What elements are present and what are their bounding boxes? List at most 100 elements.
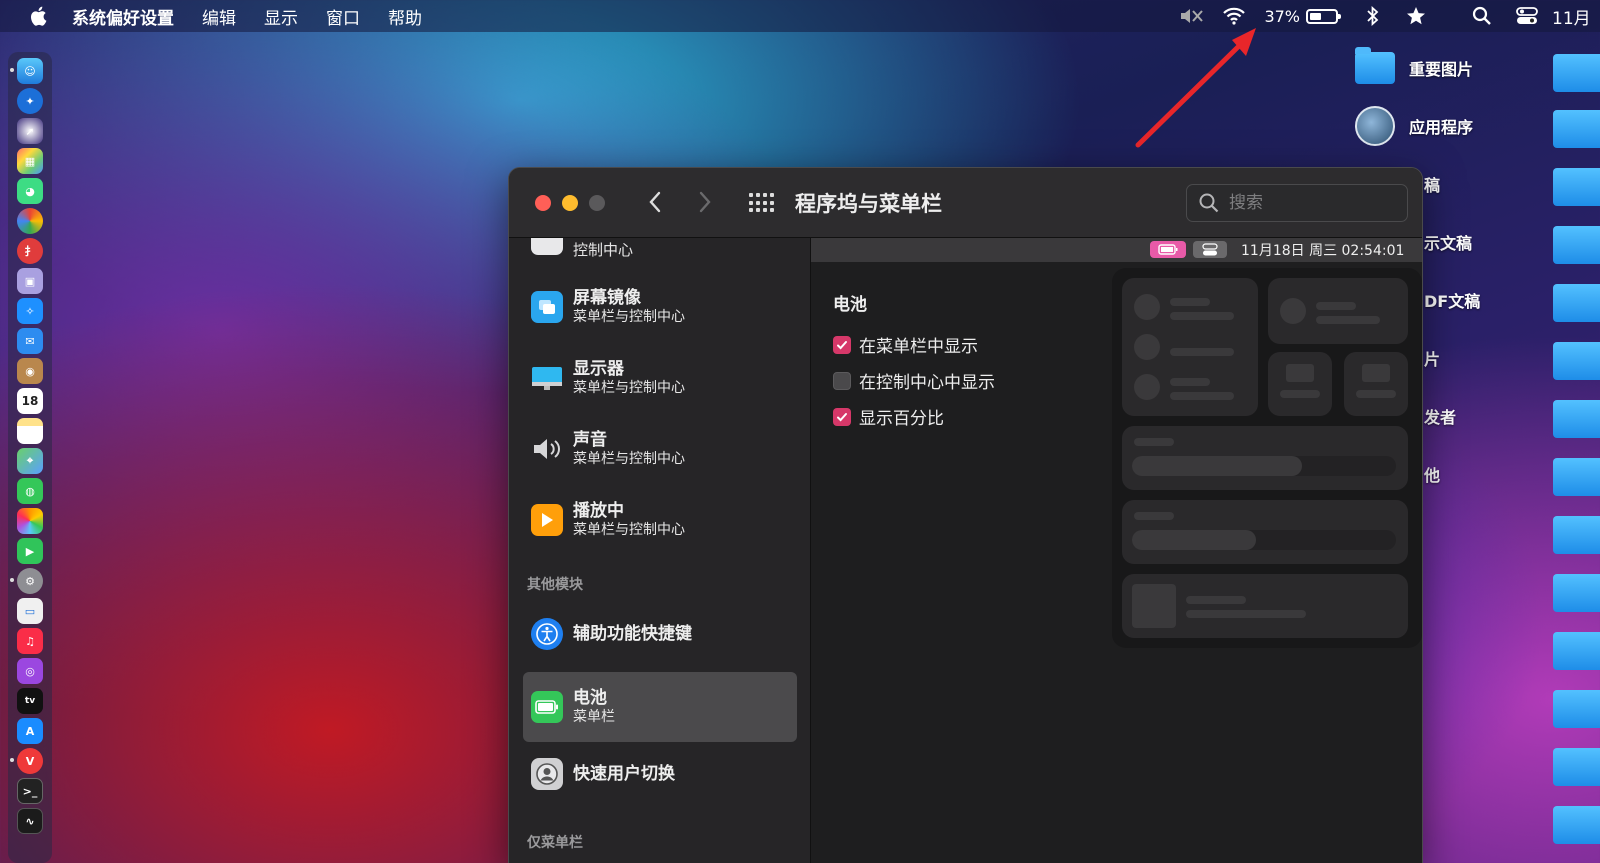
star-icon[interactable] — [1406, 6, 1426, 26]
option-show-in-control-center[interactable]: 在控制中心中显示 — [833, 368, 995, 393]
folder-icon[interactable] — [1553, 400, 1600, 438]
folder-icon[interactable] — [1553, 110, 1600, 148]
podcasts-icon[interactable]: ◎ — [17, 658, 43, 684]
folder-icon[interactable] — [1553, 284, 1600, 322]
terminal-icon[interactable]: >_ — [17, 778, 43, 804]
chrome-icon[interactable] — [17, 208, 43, 234]
sidebar-item-now-playing[interactable]: 播放中 菜单栏与控制中心 — [523, 485, 797, 555]
menu-edit[interactable]: 编辑 — [202, 4, 236, 29]
maps-icon[interactable]: ⌖ — [17, 448, 43, 474]
desktop-item-partial[interactable]: 片 — [1424, 346, 1440, 370]
option-show-in-menu-bar[interactable]: 在菜单栏中显示 — [833, 332, 978, 357]
folder-icon[interactable] — [1553, 168, 1600, 206]
menubar-preview-strip: 11月18日 周三 02:54:01 — [811, 238, 1422, 262]
desktop-item-partial[interactable]: 他 — [1424, 462, 1440, 486]
desktop-item-label: 他 — [1424, 466, 1441, 485]
music-icon[interactable]: ♫ — [17, 628, 43, 654]
option-label: 在菜单栏中显示 — [859, 337, 978, 357]
launchpad-grid-icon[interactable]: ▦ — [17, 148, 43, 174]
folder-icon[interactable] — [1553, 54, 1600, 92]
search-input[interactable] — [1229, 193, 1389, 213]
title-bar: 程序坞与菜单栏 — [509, 168, 1422, 238]
desktop-folder[interactable]: 重要图片 — [1355, 47, 1473, 84]
launchpad-rocket-icon[interactable]: ➚ — [17, 118, 43, 144]
screenshot-icon[interactable]: ▣ — [17, 268, 43, 294]
desktop-item-partial[interactable]: 示文稿 — [1424, 230, 1472, 254]
messages-icon[interactable]: ◍ — [17, 478, 43, 504]
forward-chevron-icon[interactable] — [693, 188, 717, 216]
zoom-button[interactable] — [589, 195, 605, 211]
control-center-preview-icon — [1193, 241, 1227, 258]
sidebar-item-displays[interactable]: 显示器 菜单栏与控制中心 — [523, 343, 797, 413]
desktop-item-label: 片 — [1424, 350, 1441, 369]
sidebar-item-subtitle: 菜单栏与控制中心 — [573, 380, 685, 396]
sidebar-item-title: 辅助功能快捷键 — [573, 624, 692, 644]
search-icon — [1199, 193, 1219, 213]
preview-card — [1122, 278, 1258, 416]
minimize-button[interactable] — [562, 195, 578, 211]
show-all-grid-icon[interactable] — [749, 193, 775, 213]
desktop-item-partial[interactable]: DF文稿 — [1424, 288, 1480, 312]
app-red-icon[interactable]: 扌 — [17, 238, 43, 264]
apple-tv-label: tv — [24, 696, 36, 706]
app-store-icon[interactable]: A — [17, 718, 43, 744]
system-preferences-gear-icon[interactable]: ⚙ — [17, 568, 43, 594]
keynote-icon[interactable]: ▭ — [17, 598, 43, 624]
desktop-item-partial[interactable]: 发者 — [1424, 404, 1456, 428]
sidebar-item-accessibility-shortcuts[interactable]: 辅助功能快捷键 — [523, 604, 797, 664]
folder-icon[interactable] — [1553, 806, 1600, 844]
sidebar-item-screen-mirroring[interactable]: 屏幕镜像 菜单栏与控制中心 — [523, 272, 797, 342]
sidebar-item-subtitle: 菜单栏与控制中心 — [573, 309, 685, 325]
search-field[interactable] — [1186, 184, 1408, 222]
notes-icon[interactable] — [17, 418, 43, 444]
back-chevron-icon[interactable] — [643, 188, 667, 216]
sidebar-item-fast-user-switching[interactable]: 快速用户切换 — [523, 744, 797, 804]
vivaldi-icon[interactable]: V — [17, 748, 43, 774]
folder-icon[interactable] — [1553, 458, 1600, 496]
desktop-item-label: 稿 — [1424, 176, 1441, 195]
menu-system-preferences[interactable]: 系统偏好设置 — [72, 4, 174, 29]
sidebar-item-sound[interactable]: 声音 菜单栏与控制中心 — [523, 414, 797, 484]
apple-tv-icon[interactable]: tv — [17, 688, 43, 714]
close-button[interactable] — [535, 195, 551, 211]
wifi-icon[interactable] — [1222, 7, 1246, 25]
menu-view[interactable]: 显示 — [264, 4, 298, 29]
android-icon[interactable]: ◕ — [17, 178, 43, 204]
desktop-item-partial[interactable]: 稿 — [1424, 172, 1440, 196]
clock-text: 11月18日 周三 02:54:01 — [1241, 243, 1405, 259]
folder-icon[interactable] — [1553, 632, 1600, 670]
apple-menu-icon[interactable] — [30, 6, 50, 26]
bluetooth-icon[interactable] — [1366, 6, 1380, 26]
checkbox-checked[interactable] — [833, 335, 851, 354]
safari-icon[interactable]: ✧ — [17, 298, 43, 324]
control-center-icon — [531, 238, 563, 255]
contacts-icon[interactable]: ◉ — [17, 358, 43, 384]
sidebar-item-control-center[interactable]: 控制中心 — [523, 238, 797, 274]
menubar-date[interactable]: 11月 — [1552, 4, 1600, 29]
desktop-app[interactable]: 应用程序 — [1355, 106, 1473, 146]
option-show-percentage[interactable]: 显示百分比 — [833, 404, 944, 429]
spotlight-search-icon[interactable] — [1472, 6, 1492, 26]
menu-help[interactable]: 帮助 — [388, 4, 422, 29]
folder-icon[interactable] — [1553, 516, 1600, 554]
folder-icon[interactable] — [1553, 574, 1600, 612]
calendar-icon[interactable]: 18 — [17, 388, 43, 414]
folder-icon[interactable] — [1553, 342, 1600, 380]
folder-icon[interactable] — [1553, 226, 1600, 264]
option-label: 在控制中心中显示 — [859, 373, 995, 393]
facetime-icon[interactable]: ▶ — [17, 538, 43, 564]
mute-icon[interactable] — [1178, 6, 1204, 26]
safari-compass-icon[interactable]: ✦ — [17, 88, 43, 114]
sidebar-item-battery[interactable]: 电池 菜单栏 — [523, 672, 797, 742]
photos-icon[interactable] — [17, 508, 43, 534]
checkbox-unchecked[interactable] — [833, 371, 851, 390]
battery-status[interactable]: 37% — [1264, 7, 1341, 26]
control-center-icon[interactable] — [1516, 6, 1538, 26]
checkbox-checked[interactable] — [833, 407, 851, 426]
activity-monitor-icon[interactable]: ∿ — [17, 808, 43, 834]
mail-icon[interactable]: ✉ — [17, 328, 43, 354]
menu-window[interactable]: 窗口 — [326, 4, 360, 29]
folder-icon[interactable] — [1553, 748, 1600, 786]
folder-icon[interactable] — [1553, 690, 1600, 728]
finder-icon[interactable]: ☺ — [17, 58, 43, 84]
